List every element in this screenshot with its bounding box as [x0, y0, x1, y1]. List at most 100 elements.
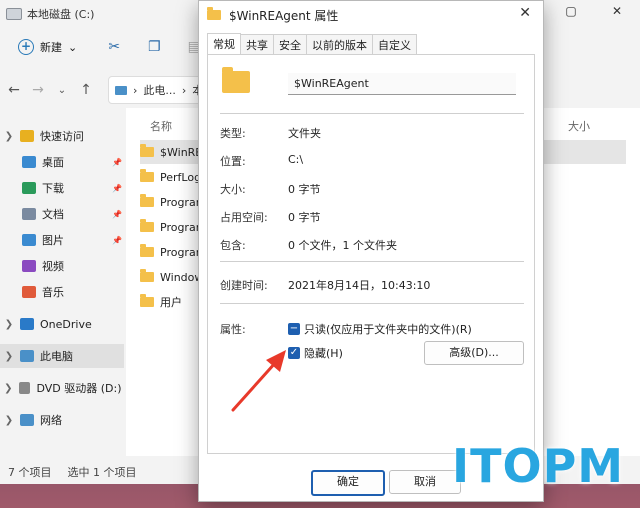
folder-icon [140, 244, 154, 257]
forward-arrow-icon[interactable]: → [26, 82, 50, 98]
indeterminate-check-icon: − [288, 323, 300, 335]
plus-icon: + [18, 39, 34, 55]
chevron-down-icon: ⌄ [68, 40, 78, 54]
pc-icon [20, 350, 34, 362]
size-on-disk-label: 占用空间: [220, 211, 268, 224]
folder-icon [140, 269, 154, 282]
drive-icon [6, 8, 22, 20]
pin-icon: 📌 [112, 209, 122, 219]
cut-icon[interactable]: ✂ [105, 38, 123, 56]
music-icon [22, 286, 36, 298]
advanced-button[interactable]: 高级(D)... [424, 341, 524, 365]
sidebar-item[interactable]: 文档 📌 [0, 202, 124, 226]
sidebar-item[interactable]: ❯ 此电脑 [0, 344, 124, 368]
sidebar-item-label: 下载 [42, 182, 64, 195]
sidebar-item[interactable]: 桌面 📌 [0, 150, 124, 174]
file-name: 用户 [160, 296, 182, 309]
pin-icon: 📌 [112, 183, 122, 193]
pictures-icon [22, 234, 36, 246]
checkmark-icon: ✓ [288, 347, 300, 359]
created-value: 2021年8月14日，10:43:10 [288, 279, 431, 292]
folder-icon [207, 7, 221, 20]
pin-icon: 📌 [112, 157, 122, 167]
type-value: 文件夹 [288, 127, 321, 140]
explorer-title: 本地磁盘 (C:) [6, 6, 94, 22]
ok-button[interactable]: 确定 [311, 470, 385, 496]
size-value: 0 字节 [288, 183, 321, 196]
dvd-icon [18, 382, 31, 394]
sidebar-item[interactable]: ❯ 快速访问 [0, 124, 124, 148]
up-arrow-icon[interactable]: ↑ [74, 82, 98, 98]
dialog-title: $WinREAgent 属性 [229, 8, 339, 23]
star-icon [20, 130, 34, 142]
divider [220, 261, 524, 262]
column-header-size[interactable]: 大小 [568, 118, 590, 134]
navigation-pane: ❯ 快速访问 桌面 📌 下载 📌 文档 📌 图片 📌 视频 音乐 ❯ OneDrive ❯ 此电脑 ❯ DVD 驱… [0, 116, 126, 456]
download-icon [22, 182, 36, 194]
chevron-right-icon[interactable]: ❯ [4, 131, 14, 142]
dialog-tabs: 常规 共享 安全 以前的版本 自定义 [207, 33, 417, 56]
sidebar-item-label: 桌面 [42, 156, 64, 169]
type-label: 类型: [220, 127, 246, 140]
copy-icon[interactable]: ❐ [145, 38, 163, 56]
tab-customize[interactable]: 自定义 [372, 34, 417, 55]
pc-icon [115, 85, 127, 95]
divider [220, 113, 524, 114]
tab-sharing[interactable]: 共享 [240, 34, 274, 55]
tab-general[interactable]: 常规 [207, 33, 241, 56]
sidebar-item-label: DVD 驱动器 (D:) CF [36, 382, 124, 395]
new-button[interactable]: + 新建 ⌄ [12, 35, 83, 59]
chevron-right-icon: › [133, 83, 138, 97]
size-label: 大小: [220, 183, 246, 196]
folder-icon [140, 294, 154, 307]
folder-icon [140, 144, 154, 157]
chevron-right-icon[interactable]: ❯ [4, 351, 14, 362]
chevron-right-icon[interactable]: ❯ [4, 319, 14, 330]
chevron-right-icon[interactable]: ❯ [4, 415, 14, 426]
sidebar-item-label: 图片 [42, 234, 64, 247]
contains-value: 0 个文件，1 个文件夹 [288, 239, 397, 252]
general-tab-panel: 类型: 文件夹 位置: C:\ 大小: 0 字节 占用空间: 0 字节 包含: … [207, 54, 535, 454]
sidebar-item-label: OneDrive [40, 317, 92, 331]
folder-name-input[interactable] [288, 73, 516, 95]
cancel-button[interactable]: 取消 [389, 470, 461, 494]
sidebar-item[interactable]: ❯ OneDrive [0, 312, 124, 336]
explorer-title-text: 本地磁盘 (C:) [27, 8, 95, 21]
tab-previous-versions[interactable]: 以前的版本 [306, 34, 373, 55]
documents-icon [22, 208, 36, 220]
contains-label: 包含: [220, 239, 246, 252]
sidebar-item-label: 视频 [42, 260, 64, 273]
recent-chevron-icon[interactable]: ⌄ [50, 85, 74, 96]
maximize-button[interactable]: ▢ [548, 0, 594, 24]
sidebar-item-label: 网络 [40, 414, 62, 427]
folder-icon [140, 169, 154, 182]
folder-icon [140, 194, 154, 207]
sidebar-item[interactable]: 音乐 [0, 280, 124, 304]
readonly-label: 只读(仅应用于文件夹中的文件)(R) [304, 323, 472, 336]
properties-dialog: $WinREAgent 属性 ✕ 常规 共享 安全 以前的版本 自定义 类型: … [198, 0, 544, 502]
back-arrow-icon[interactable]: ← [2, 82, 26, 98]
close-button[interactable]: ✕ [594, 0, 640, 24]
column-header-name[interactable]: 名称 [150, 118, 172, 134]
sidebar-item[interactable]: 图片 📌 [0, 228, 124, 252]
breadcrumb-item[interactable]: 此电... [143, 82, 176, 98]
sidebar-item-label: 文档 [42, 208, 64, 221]
selected-count: 选中 1 个项目 [67, 466, 137, 479]
tab-security[interactable]: 安全 [273, 34, 307, 55]
watermark-logo: ITOPM [452, 439, 625, 493]
sidebar-item[interactable]: ❯ 网络 [0, 408, 124, 432]
chevron-right-icon: › [181, 83, 187, 97]
hidden-label: 隐藏(H) [304, 347, 343, 360]
hidden-checkbox[interactable]: ✓ 隐藏(H) [288, 345, 343, 361]
sidebar-item[interactable]: 下载 📌 [0, 176, 124, 200]
sidebar-item[interactable]: 视频 [0, 254, 124, 278]
desktop-icon [22, 156, 36, 168]
readonly-checkbox[interactable]: − 只读(仅应用于文件夹中的文件)(R) [288, 321, 472, 337]
close-icon[interactable]: ✕ [519, 5, 531, 21]
size-on-disk-value: 0 字节 [288, 211, 321, 224]
location-label: 位置: [220, 155, 246, 168]
attributes-label: 属性: [220, 323, 246, 336]
chevron-right-icon[interactable]: ❯ [4, 383, 13, 394]
sidebar-item[interactable]: ❯ DVD 驱动器 (D:) CF [0, 376, 124, 400]
location-value: C:\ [288, 153, 304, 166]
